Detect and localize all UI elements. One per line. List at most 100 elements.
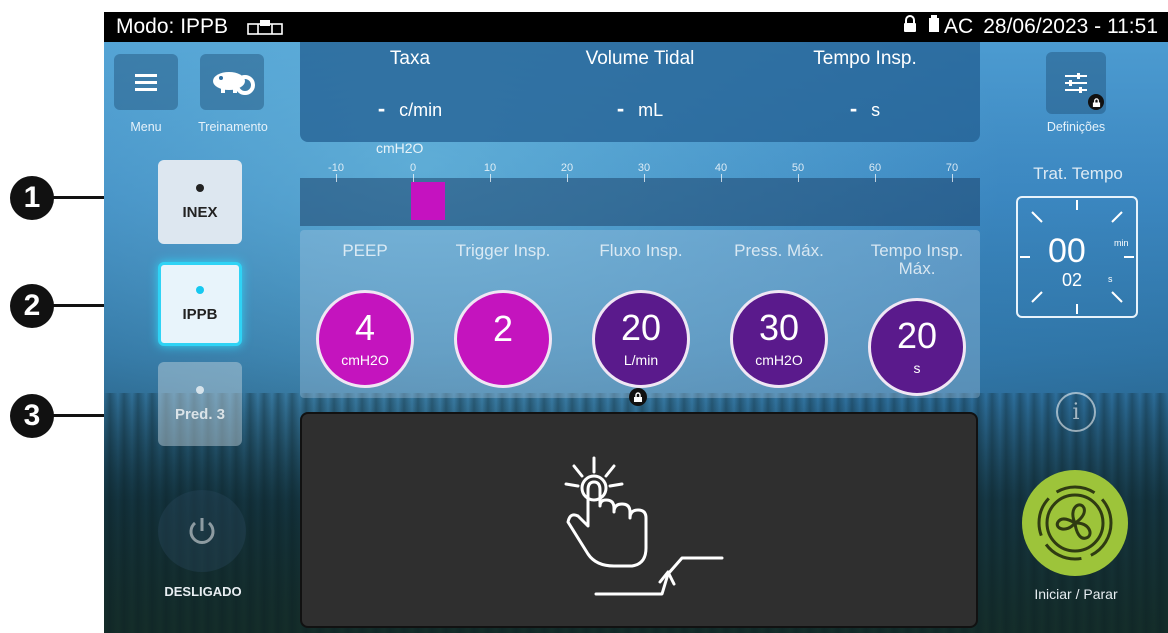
ruler-tick-label: 10 [483,162,497,174]
knob-unit: cmH2O [341,352,389,368]
timer-min-unit: min [1114,238,1129,248]
ruler-tick [336,174,337,182]
device-screen: Modo: IPPB AC 28/06/2023 - 11:51 Menu Tr… [104,12,1168,633]
metric-unit: c/min [399,100,443,120]
training-button[interactable] [200,54,264,110]
peep-knob[interactable]: 4 cmH2O [316,290,414,388]
param-label: Fluxo Insp. [599,241,683,260]
metric-tidal-volume: Volume Tidal - mL [530,42,750,122]
max-pressure-knob[interactable]: 30 cmH2O [730,290,828,388]
menu-label: Menu [130,120,162,134]
timer-minutes: 00 [1048,232,1086,270]
ruler-tick-label: 0 [409,162,417,174]
metric-unit: s [871,100,881,120]
max-insp-time-knob[interactable]: 20 s [868,298,966,396]
datetime: 28/06/2023 - 11:51 [983,15,1158,38]
training-label: Treinamento [198,120,268,134]
metric-unit: mL [638,100,664,120]
metric-title: Taxa [389,48,431,69]
callout-1: 1 [10,176,54,220]
power-icon [189,518,215,544]
knob-value: 20 [620,307,662,348]
menu-button[interactable] [114,54,178,110]
param-label: PEEP [342,241,388,260]
param-flow: Fluxo Insp. [576,230,706,260]
mode-label: Pred. 3 [174,405,226,423]
power-source: AC [944,15,974,38]
knob-unit: L/min [623,352,659,368]
touch-trigger-panel[interactable] [300,412,978,628]
chameleon-icon [213,72,255,95]
parameters-panel: PEEP Trigger Insp. Fluxo Insp. Press. Má… [300,230,980,398]
ruler-tick-label: 40 [714,162,728,174]
metric-insp-time: Tempo Insp. -s [755,42,975,122]
ruler-tick-label: 70 [945,162,959,174]
ruler-tick-label: 50 [791,162,805,174]
mode-indicator-dot [196,385,204,394]
treatment-timer[interactable]: 00 min 02 s [1016,196,1138,318]
ruler-tick [413,174,414,182]
mode-button-inex[interactable]: INEX [158,160,242,244]
timer-sec-unit: s [1108,274,1113,284]
param-trigger: Trigger Insp. [438,230,568,260]
ruler-unit: cmH2O [376,140,424,156]
trigger-knob[interactable]: 2 [454,290,552,388]
param-label: Press. Máx. [734,241,824,260]
callout-2: 2 [10,284,54,328]
param-peep: PEEP [300,230,430,260]
info-icon[interactable]: i [1056,392,1096,432]
params-lock-icon[interactable] [629,388,647,406]
mode-label: INEX [182,203,218,221]
battery-icon [928,15,940,39]
metric-value: - [616,96,625,121]
mode-indicator-dot [196,183,204,192]
param-max-insp-time: Tempo Insp. Máx. [852,230,982,278]
param-label: Trigger Insp. [455,241,551,260]
knob-value: 30 [758,307,800,348]
connection-icon [246,18,286,36]
knob-unit: cmH2O [755,352,803,368]
mode-button-ippb[interactable]: IPPB [158,262,242,346]
timer-seconds: 02 [1062,270,1083,290]
timer-title: Trat. Tempo [1033,164,1123,183]
metrics-bar: Taxa - c/min Volume Tidal - mL Tempo Insp.… [300,42,980,142]
metric-value: - [849,96,858,121]
metric-rate: Taxa - c/min [300,42,520,122]
ruler-tick-label: 20 [560,162,574,174]
settings-button[interactable] [1046,52,1106,114]
ruler-tick [721,174,722,182]
param-label: Tempo Insp. Máx. [870,241,964,278]
knob-value: 20 [896,315,938,356]
sliders-icon [1065,73,1087,93]
pressure-ruler: -10 0 10 20 30 40 50 60 70 [300,162,980,226]
settings-label: Definições [1046,120,1106,134]
status-bar: Modo: IPPB AC 28/06/2023 - 11:51 [104,12,1168,42]
mode-indicator: Modo: IPPB [116,15,229,38]
mode-label: IPPB [182,305,218,323]
ruler-tick [875,174,876,182]
fan-icon [1037,485,1113,561]
ruler-tick [644,174,645,182]
mode-indicator-dot [196,285,204,294]
start-stop-label: Iniciar / Parar [1034,586,1118,602]
power-status-label: DESLIGADO [164,584,242,599]
ruler-tick-label: 30 [637,162,651,174]
metric-title: Tempo Insp. [813,48,917,69]
knob-value: 4 [354,307,376,348]
knob-unit: s [913,360,921,376]
lock-icon [902,15,918,39]
ruler-tick-label: 60 [868,162,882,174]
ruler-tick [567,174,568,182]
metric-title: Volume Tidal [585,48,695,69]
mode-button-pred3[interactable]: Pred. 3 [158,362,242,446]
hamburger-icon [135,74,157,91]
ruler-tick [798,174,799,182]
pressure-marker [411,182,445,220]
settings-lock-icon [1088,94,1104,110]
power-button[interactable] [158,490,246,572]
start-stop-button[interactable] [1022,470,1128,576]
touch-hand-icon [564,456,724,596]
ruler-tick [490,174,491,182]
flow-knob[interactable]: 20 L/min [592,290,690,388]
metric-value: - [377,96,386,121]
